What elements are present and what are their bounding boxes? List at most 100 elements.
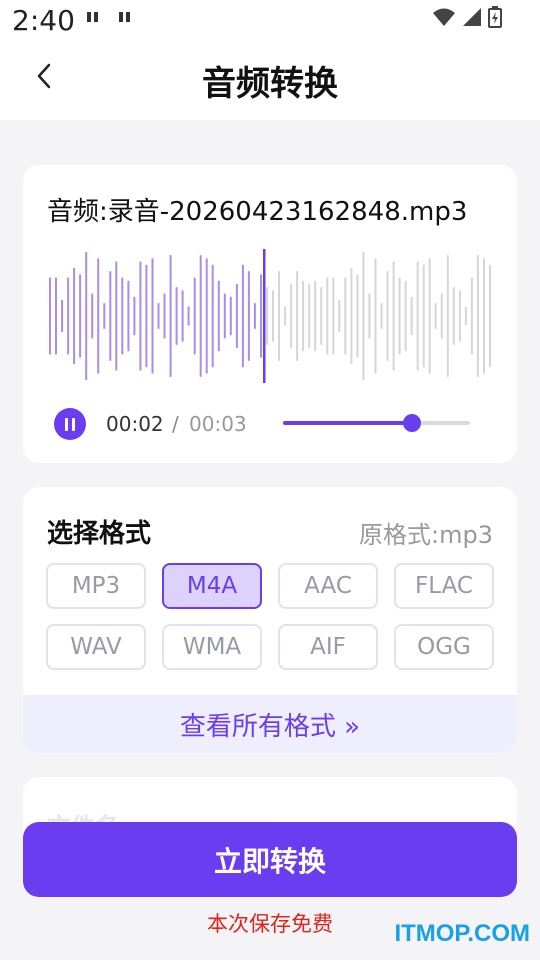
convert-button[interactable]: 立即转换: [23, 822, 517, 897]
waveform-bar: [392, 261, 395, 371]
waveform-bar: [109, 271, 112, 361]
waveform-bar: [290, 284, 293, 348]
waveform-bar: [314, 280, 317, 352]
waveform-bar: [380, 303, 383, 329]
waveform-bar: [489, 264, 491, 368]
waveform-bar: [464, 306, 467, 326]
waveform-bar: [61, 300, 64, 332]
waveform-bar: [422, 264, 425, 368]
waveform-bar: [175, 287, 178, 345]
playback-slider-fill: [283, 421, 413, 425]
total-time: 00:03: [189, 412, 247, 436]
nav-bar: 音频转换: [0, 44, 540, 120]
battery-icon: [488, 6, 502, 32]
waveform-bar: [193, 277, 196, 355]
current-time: 00:02: [106, 412, 164, 436]
playback-slider[interactable]: [283, 414, 470, 432]
waveform-bar: [229, 296, 232, 336]
waveform-bar: [211, 264, 214, 368]
view-all-formats-button[interactable]: 查看所有格式 »: [23, 695, 517, 753]
waveform-bar: [181, 290, 184, 342]
waveform-bar: [483, 258, 485, 374]
waveform-bar: [326, 277, 329, 355]
waveform-bar: [404, 280, 407, 352]
waveform-bar: [476, 255, 479, 377]
waveform-bar: [121, 277, 124, 355]
waveform-bar: [410, 296, 413, 336]
waveform-bar: [272, 290, 274, 342]
waveform-bar: [55, 277, 57, 355]
waveform-bar: [416, 261, 419, 371]
wifi-icon: [432, 7, 456, 31]
waveform-bar: [217, 280, 220, 352]
waveform-bar: [133, 296, 136, 336]
pause-button[interactable]: [54, 408, 86, 440]
status-time: 2:40: [12, 4, 75, 37]
waveform-bar: [344, 277, 347, 355]
waveform-bar: [97, 258, 100, 374]
format-option-ogg[interactable]: OGG: [394, 624, 494, 670]
audio-waveform[interactable]: [47, 249, 493, 383]
format-card: 选择格式 原格式:mp3 MP3 M4A AAC FLAC WAV WMA AI…: [23, 487, 517, 753]
waveform-bar: [308, 284, 311, 348]
format-section-title: 选择格式: [47, 519, 152, 549]
waveform-bar: [302, 280, 305, 352]
waveform-bar: [91, 293, 94, 339]
waveform-bar: [253, 303, 256, 329]
original-format: 原格式:mp3: [359, 521, 493, 549]
waveform-bar: [320, 287, 323, 345]
waveform-bar: [49, 277, 51, 355]
waveform-bar: [356, 274, 359, 358]
waveform-bar: [278, 271, 280, 361]
waveform-bar: [67, 277, 70, 355]
waveform-bar: [446, 255, 449, 377]
waveform-bar: [470, 277, 473, 355]
waveform-bar: [169, 255, 172, 377]
waveform-bar: [157, 303, 160, 329]
waveform-bar: [332, 277, 335, 355]
waveform-bar: [199, 255, 202, 377]
format-option-wav[interactable]: WAV: [46, 624, 146, 670]
waveform-bar: [103, 303, 106, 329]
pause-icon-bar: [72, 417, 75, 431]
pause-icon-bar: [65, 417, 68, 431]
audio-card: 音频:录音-20260423162848.mp3 00:02 / 00:03: [23, 165, 517, 463]
format-option-flac[interactable]: FLAC: [394, 563, 494, 609]
format-option-m4a[interactable]: M4A: [162, 563, 262, 609]
status-bar: 2:40: [0, 0, 540, 44]
waveform-bar: [368, 293, 371, 339]
waveform-bar: [79, 274, 82, 358]
format-option-wma[interactable]: WMA: [162, 624, 262, 670]
waveform-bar: [386, 271, 389, 361]
watermark-logo: ITMOP.COM: [394, 920, 530, 947]
waveform-bar: [241, 264, 244, 368]
waveform-bar: [440, 293, 443, 339]
waveform-bar: [428, 258, 431, 374]
notification-icon: [118, 10, 132, 29]
waveform-bar: [398, 277, 401, 355]
waveform-bar: [296, 271, 299, 361]
format-option-aif[interactable]: AIF: [278, 624, 378, 670]
page-title: 音频转换: [202, 64, 338, 104]
waveform-bar: [163, 293, 166, 339]
waveform-bar: [374, 258, 377, 374]
waveform-playhead: [263, 249, 266, 383]
waveform-bar: [260, 274, 262, 358]
format-option-mp3[interactable]: MP3: [46, 563, 146, 609]
status-icons: [432, 6, 502, 32]
waveform-bar: [85, 252, 88, 380]
signal-icon: [462, 7, 482, 31]
playback-slider-thumb[interactable]: [403, 414, 422, 432]
waveform-bar: [247, 271, 250, 361]
waveform-bar: [145, 264, 148, 368]
waveform-bar: [338, 300, 341, 332]
time-separator: /: [172, 412, 179, 436]
waveform-bar: [205, 258, 208, 374]
audio-file-name: 音频:录音-20260423162848.mp3: [47, 197, 468, 227]
waveform-bar: [452, 287, 455, 345]
waveform-bar: [284, 306, 287, 326]
waveform-bar: [350, 268, 353, 364]
format-option-aac[interactable]: AAC: [278, 563, 378, 609]
waveform-bar: [266, 287, 268, 345]
waveform-bar: [235, 284, 238, 348]
